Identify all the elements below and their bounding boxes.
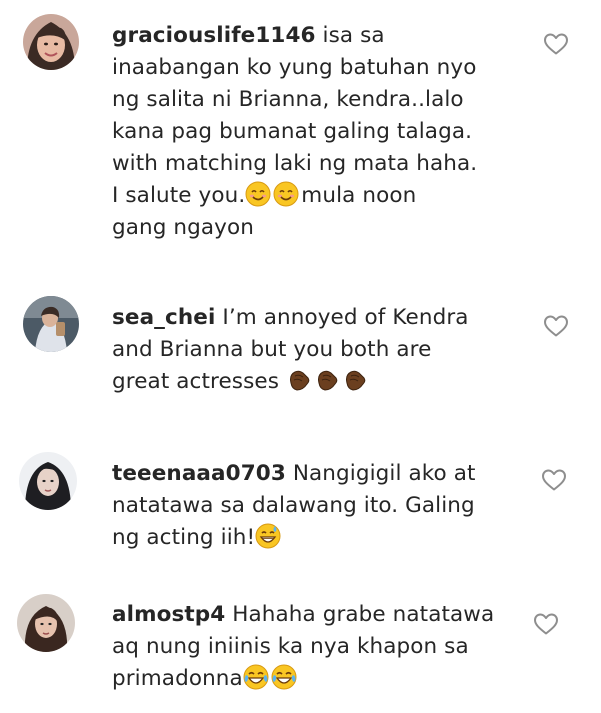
comment-text: aq nung iniinis ka nya khapon sa — [112, 634, 469, 659]
comment-text: ng acting iih! — [112, 525, 256, 550]
comment-text: I’m annoyed of Kendra — [215, 305, 469, 330]
comment-text: inaabangan ko yung batuhan nyo — [112, 55, 477, 80]
avatar[interactable] — [23, 14, 79, 70]
smiling-face-emoji — [273, 181, 299, 207]
clapping-hands-emoji — [342, 367, 368, 393]
smiling-face-emoji — [245, 181, 271, 207]
comment-text: great actresses — [112, 369, 280, 394]
like-heart-icon[interactable] — [541, 468, 567, 492]
tears-of-joy-emoji — [243, 664, 269, 690]
comments-screen: { "comments": [ { "username": "graciousl… — [0, 0, 601, 713]
comment-text: primadonna — [112, 666, 243, 691]
comment-text: gang ngayon — [112, 215, 254, 240]
comment-username[interactable]: teeenaaa0703 — [112, 461, 286, 486]
like-heart-icon[interactable] — [533, 612, 559, 636]
comment-text: with matching laki ng mata haha. — [112, 151, 478, 176]
comment-text: Nangigigil ako at — [285, 461, 476, 486]
comment-text: Hahaha grabe natatawa — [225, 602, 495, 627]
comment-username[interactable]: graciouslife1146 — [112, 23, 316, 48]
like-heart-icon[interactable] — [543, 32, 569, 56]
comment-text: natatawa sa dalawang ito. Galing — [112, 493, 475, 518]
comment-text: I salute you. — [112, 183, 246, 208]
clapping-hands-emoji — [286, 367, 312, 393]
comment-text: isa sa — [315, 23, 385, 48]
like-heart-icon[interactable] — [543, 314, 569, 338]
avatar[interactable] — [19, 452, 77, 510]
clapping-hands-emoji — [314, 367, 340, 393]
tears-of-joy-emoji — [271, 664, 297, 690]
comment-text: and Brianna but you both are — [112, 337, 432, 362]
avatar[interactable] — [23, 296, 79, 352]
grinning-sweat-emoji — [255, 523, 281, 549]
comment-text: ng salita ni Brianna, kendra..lalo — [112, 87, 464, 112]
comment-text: mula noon — [301, 183, 417, 208]
avatar[interactable] — [17, 594, 75, 652]
comment-text: kana pag bumanat galing talaga. — [112, 119, 473, 144]
comment-username[interactable]: almostp4 — [112, 602, 225, 627]
comment-username[interactable]: sea_chei — [112, 305, 215, 330]
